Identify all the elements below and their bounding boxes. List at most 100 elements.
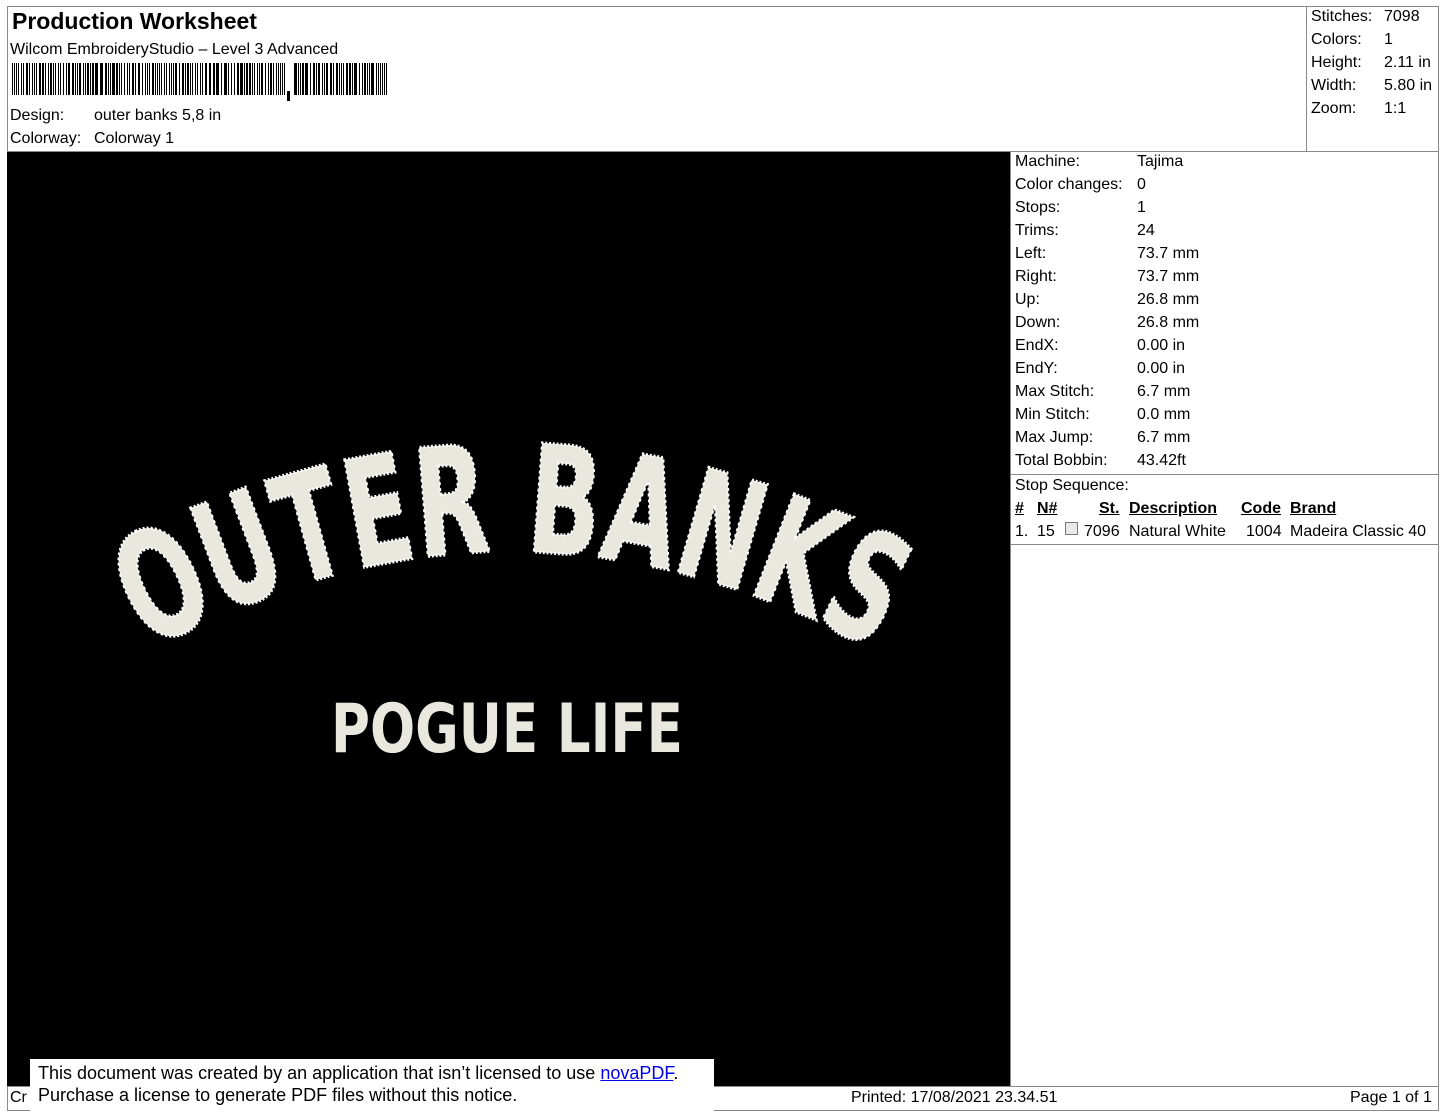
notice-line-2: Purchase a license to generate PDF files… [38,1085,518,1105]
barcode-bar [23,63,24,95]
barcode-bar [221,63,222,95]
colorway-label: Colorway: [10,130,82,147]
barcode-bar [259,63,260,95]
barcode-bar [127,63,128,95]
license-notice: This document was created by an applicat… [30,1059,714,1111]
info-value: 24 [1137,222,1155,239]
barcode-bar [92,63,94,95]
barcode-bar [384,63,385,95]
barcode-bar [254,63,255,95]
barcode-bar [282,63,283,95]
barcode-bar [318,63,320,95]
barcode-bar [135,63,136,95]
info-value: 1 [1137,199,1146,216]
barcode-bar [173,63,174,95]
design-line-1: OUTER BANKS [88,414,936,682]
barcode-bar [32,63,33,95]
info-value: 43.42ft [1137,452,1186,469]
colorway-value: Colorway 1 [94,130,175,147]
row-n: 15 [1037,523,1055,540]
barcode-bar [359,63,360,95]
barcode-bar [231,63,232,95]
header-st: St. [1099,500,1120,517]
novapdf-link[interactable]: novaPDF [600,1063,673,1083]
info-label: EndY: [1015,360,1058,377]
notice-line-1: This document was created by an applicat… [38,1062,714,1084]
barcode-bar [369,63,370,95]
barcode-bar [66,63,67,95]
barcode-bar [330,63,332,95]
barcode-bar [261,63,263,95]
barcode-bar [276,63,277,95]
barcode-bar [300,63,301,95]
info-label: Stops: [1015,199,1061,216]
design-preview: OUTER BANKS POGUE LIFE [7,152,1010,1086]
barcode-bar [224,63,227,95]
barcode-bar [85,63,86,95]
barcode-bar [380,63,381,95]
info-label: Color changes: [1015,176,1123,193]
barcode-bar [280,63,281,95]
stitches-label: Stitches: [1311,8,1373,25]
barcode-bar [68,63,70,95]
barcode-bar [58,63,59,95]
barcode-bar [197,63,198,95]
barcode-bar [116,63,118,95]
barcode-bar [213,63,215,95]
barcode-bar [179,63,180,95]
barcode-bar [324,63,325,95]
barcode-bar [105,63,107,95]
barcode-bar [152,63,154,95]
height-value: 2.11 in [1384,54,1431,71]
barcode-bar [346,63,348,95]
header-description: Description [1129,500,1218,517]
barcode-bar [95,63,98,95]
barcode-bar [349,63,351,95]
barcode-bar [322,63,323,95]
zoom-value: 1:1 [1384,100,1407,117]
barcode-bar [265,63,266,95]
barcode-bar [60,63,61,95]
info-label: Machine: [1015,153,1080,170]
row-description: Natural White [1129,523,1226,540]
barcode-bar [302,63,304,95]
barcode-bar [171,63,172,95]
info-value: 73.7 mm [1137,268,1200,285]
barcode-bar [376,63,377,95]
info-value: 73.7 mm [1137,245,1200,262]
barcode-bar [202,63,203,95]
info-label: EndX: [1015,337,1059,354]
barcode-bar [336,63,338,95]
thread-color-swatch [1065,522,1078,535]
barcode-bar [333,63,334,95]
info-label: Total Bobbin: [1015,452,1108,469]
barcode-bar [182,63,184,95]
barcode-bar [42,63,44,95]
barcode-bar [12,63,13,95]
barcode-bar [195,63,196,95]
page-title: Production Worksheet [12,8,257,34]
barcode-bar [26,63,28,95]
barcode-comma [287,91,290,101]
colors-value: 1 [1384,31,1393,48]
barcode-bar [364,63,366,95]
barcode-bar [216,63,219,95]
frame-right-line [1438,6,1439,1110]
barcode-bar [164,63,165,95]
barcode-bar [145,63,146,95]
barcode-bar [48,63,49,95]
info-divider-line [1010,151,1011,1087]
barcode-bar [343,63,344,95]
barcode-bar [129,63,130,95]
header-n: N# [1037,500,1058,517]
barcode-bar [190,63,191,95]
barcode-bar [298,63,299,95]
barcode-bar [382,63,383,95]
embroidery-design: OUTER BANKS POGUE LIFE [86,412,937,769]
barcode-bar [161,63,162,95]
barcode-bar [316,63,317,95]
info-value: 0 [1137,176,1146,193]
barcode-bar [55,63,56,95]
barcode-bar [237,63,239,95]
barcode-bar [205,63,207,95]
